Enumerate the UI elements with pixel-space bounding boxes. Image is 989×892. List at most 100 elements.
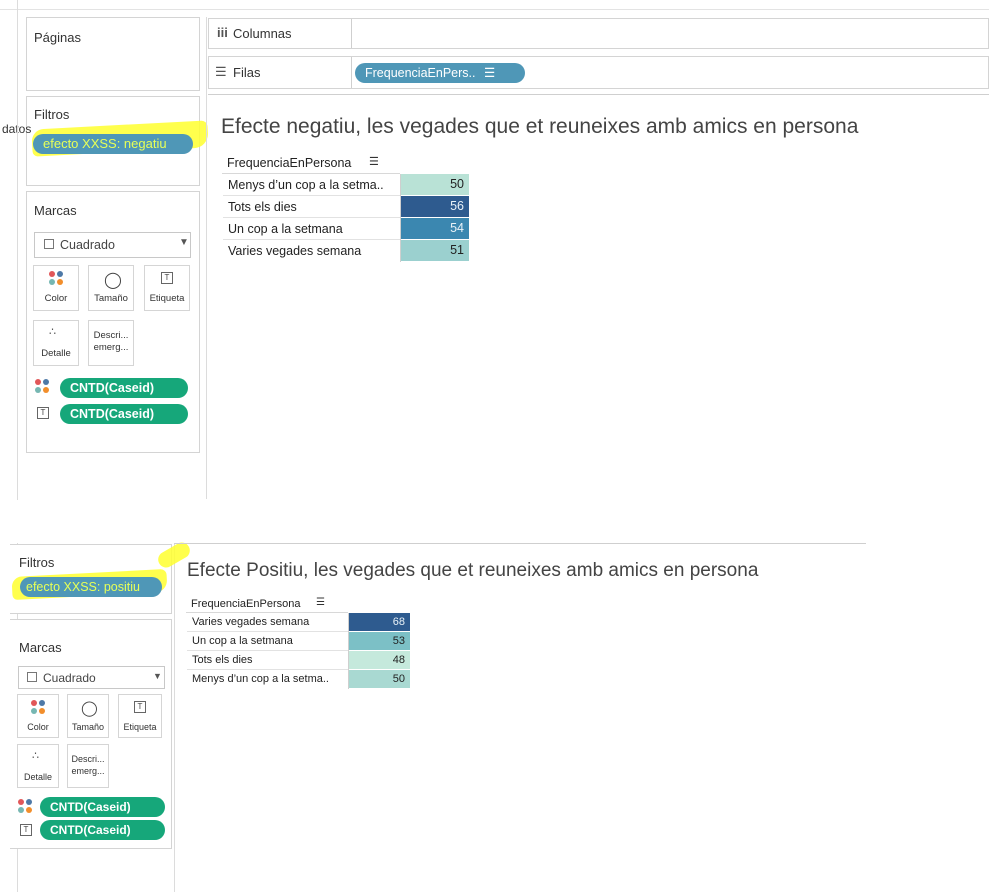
size-lasso-icon: ◯ bbox=[104, 272, 122, 289]
detail-dots-icon: ∴ bbox=[49, 326, 56, 338]
marks-label-bottom: Marcas bbox=[19, 640, 62, 655]
color-dots-icon bbox=[49, 271, 65, 287]
tooltip-card-line2: emerg... bbox=[93, 342, 129, 353]
color-dots-icon bbox=[18, 799, 34, 815]
row-divider bbox=[187, 631, 349, 632]
square-mark-icon bbox=[27, 672, 37, 682]
sort-ascending-icon: ☰ bbox=[316, 597, 325, 608]
viz-top-rule bbox=[208, 94, 989, 95]
rows-pill-label: FrequenciaEnPers.. bbox=[365, 66, 476, 80]
table-row-label[interactable]: Tots els dies bbox=[192, 654, 348, 666]
text-label-icon: T bbox=[134, 701, 146, 713]
table-cell-value[interactable]: 68 bbox=[349, 613, 410, 631]
row-divider bbox=[187, 650, 349, 651]
mark-type-select[interactable]: Cuadrado ▼ bbox=[34, 232, 191, 258]
viz-title-bottom: Efecte Positiu, les vegades que et reune… bbox=[187, 560, 759, 581]
rows-shelf-divider bbox=[351, 57, 352, 88]
pages-label: Páginas bbox=[34, 30, 81, 45]
tooltip-card-line1-bottom: Descri... bbox=[71, 754, 105, 764]
table-cell-value[interactable]: 56 bbox=[401, 196, 469, 217]
left-gutter-rule bbox=[17, 0, 18, 500]
rows-icon: ☰ bbox=[215, 64, 227, 79]
text-label-icon: T bbox=[161, 272, 173, 284]
square-mark-icon bbox=[44, 239, 54, 249]
detail-card-label-bottom: Detalle bbox=[23, 772, 52, 782]
detail-dots-icon: ∴ bbox=[32, 750, 39, 762]
color-dots-icon bbox=[31, 700, 47, 716]
rows-label: Filas bbox=[233, 65, 261, 80]
mark-type-value-bottom: Cuadrado bbox=[43, 671, 96, 685]
table-cell-value[interactable]: 50 bbox=[349, 670, 410, 688]
row-divider bbox=[223, 195, 401, 196]
label-card-bottom[interactable]: T Etiqueta bbox=[118, 694, 162, 738]
color-field-pill[interactable]: CNTD(Caseid) bbox=[60, 378, 188, 398]
row-divider bbox=[223, 217, 401, 218]
workspace-divider bbox=[206, 17, 207, 499]
label-card[interactable]: T Etiqueta bbox=[144, 265, 190, 311]
rows-pill[interactable]: FrequenciaEnPers.. ☰ bbox=[355, 63, 525, 83]
workspace-divider-bottom bbox=[174, 543, 175, 892]
color-card[interactable]: Color bbox=[33, 265, 79, 311]
table-cell-value[interactable]: 54 bbox=[401, 218, 469, 239]
table-row-label[interactable]: Un cop a la setmana bbox=[228, 222, 398, 236]
text-label-icon: T bbox=[20, 824, 32, 836]
column-header: FrequenciaEnPersona bbox=[227, 156, 352, 170]
detail-card[interactable]: ∴ Detalle bbox=[33, 320, 79, 366]
rows-shelf[interactable]: ☰ Filas FrequenciaEnPers.. ☰ bbox=[208, 56, 989, 89]
marks-panel: Marcas Cuadrado ▼ Color ◯ Tamaño T Etiqu… bbox=[26, 191, 200, 453]
table-row-label[interactable]: Varies vegades semana bbox=[192, 616, 348, 628]
detail-card-bottom[interactable]: ∴ Detalle bbox=[17, 744, 59, 788]
columns-shelf-divider bbox=[351, 19, 352, 48]
header-rule-bottom bbox=[186, 612, 348, 613]
filters-label-bottom: Filtros bbox=[19, 555, 55, 570]
color-card-label-bottom: Color bbox=[27, 722, 49, 732]
tooltip-card-line1: Descri... bbox=[93, 330, 129, 341]
size-card-bottom[interactable]: ◯ Tamaño bbox=[67, 694, 109, 738]
label-card-label: Etiqueta bbox=[149, 293, 185, 304]
top-edge-rule bbox=[0, 9, 989, 10]
columns-icon: iii bbox=[217, 25, 228, 40]
tooltip-card-bottom[interactable]: Descri... emerg... bbox=[67, 744, 109, 788]
chevron-down-icon: ▼ bbox=[153, 671, 162, 681]
color-field-pill-bottom[interactable]: CNTD(Caseid) bbox=[40, 797, 165, 817]
size-card-label: Tamaño bbox=[94, 293, 128, 304]
table-row-label[interactable]: Menys d’un cop a la setma.. bbox=[192, 673, 348, 685]
filter-pill-positiu[interactable]: efecto XXSS: positiu bbox=[20, 577, 162, 597]
row-divider bbox=[187, 669, 349, 670]
marks-panel-bottom: Marcas Cuadrado ▼ Color ◯ Tamaño T Etiqu… bbox=[10, 619, 172, 849]
size-card-label-bottom: Tamaño bbox=[71, 722, 105, 732]
row-divider bbox=[223, 239, 401, 240]
tooltip-card-line2-bottom: emerg... bbox=[71, 766, 105, 776]
size-lasso-icon: ◯ bbox=[81, 700, 98, 717]
color-card-bottom[interactable]: Color bbox=[17, 694, 59, 738]
size-card[interactable]: ◯ Tamaño bbox=[88, 265, 134, 311]
row-header-divider bbox=[400, 174, 401, 262]
mark-type-value: Cuadrado bbox=[60, 238, 115, 252]
tooltip-card[interactable]: Descri... emerg... bbox=[88, 320, 134, 366]
viz-title: Efecte negatiu, les vegades que et reune… bbox=[221, 115, 859, 138]
table-cell-value[interactable]: 53 bbox=[349, 632, 410, 650]
sort-descending-icon: ☰ bbox=[483, 66, 496, 80]
table-row-label[interactable]: Tots els dies bbox=[228, 200, 398, 214]
color-card-label: Color bbox=[44, 293, 68, 304]
text-label-icon: T bbox=[37, 407, 49, 419]
table-row-label[interactable]: Varies vegades semana bbox=[228, 244, 398, 258]
pages-panel[interactable]: Páginas bbox=[26, 17, 200, 91]
sort-descending-icon: ☰ bbox=[369, 156, 379, 168]
table-cell-value[interactable]: 48 bbox=[349, 651, 410, 669]
columns-shelf[interactable]: iii Columnas bbox=[208, 18, 989, 49]
label-card-label-bottom: Etiqueta bbox=[123, 722, 157, 732]
table-row-label[interactable]: Menys d’un cop a la setma.. bbox=[228, 178, 398, 192]
table-cell-value[interactable]: 50 bbox=[401, 174, 469, 195]
chevron-down-icon: ▼ bbox=[179, 237, 189, 248]
mark-type-select-bottom[interactable]: Cuadrado ▼ bbox=[18, 666, 165, 689]
label-field-pill-bottom[interactable]: CNTD(Caseid) bbox=[40, 820, 165, 840]
label-field-pill[interactable]: CNTD(Caseid) bbox=[60, 404, 188, 424]
filters-label: Filtros bbox=[34, 107, 70, 122]
filter-pill-negatiu[interactable]: efecto XXSS: negatiu bbox=[33, 134, 193, 154]
column-header-bottom: FrequenciaEnPersona bbox=[191, 598, 301, 610]
table-cell-value[interactable]: 51 bbox=[401, 240, 469, 261]
viz-top-rule-bottom bbox=[174, 543, 866, 544]
columns-label: Columnas bbox=[233, 26, 292, 41]
table-row-label[interactable]: Un cop a la setmana bbox=[192, 635, 348, 647]
